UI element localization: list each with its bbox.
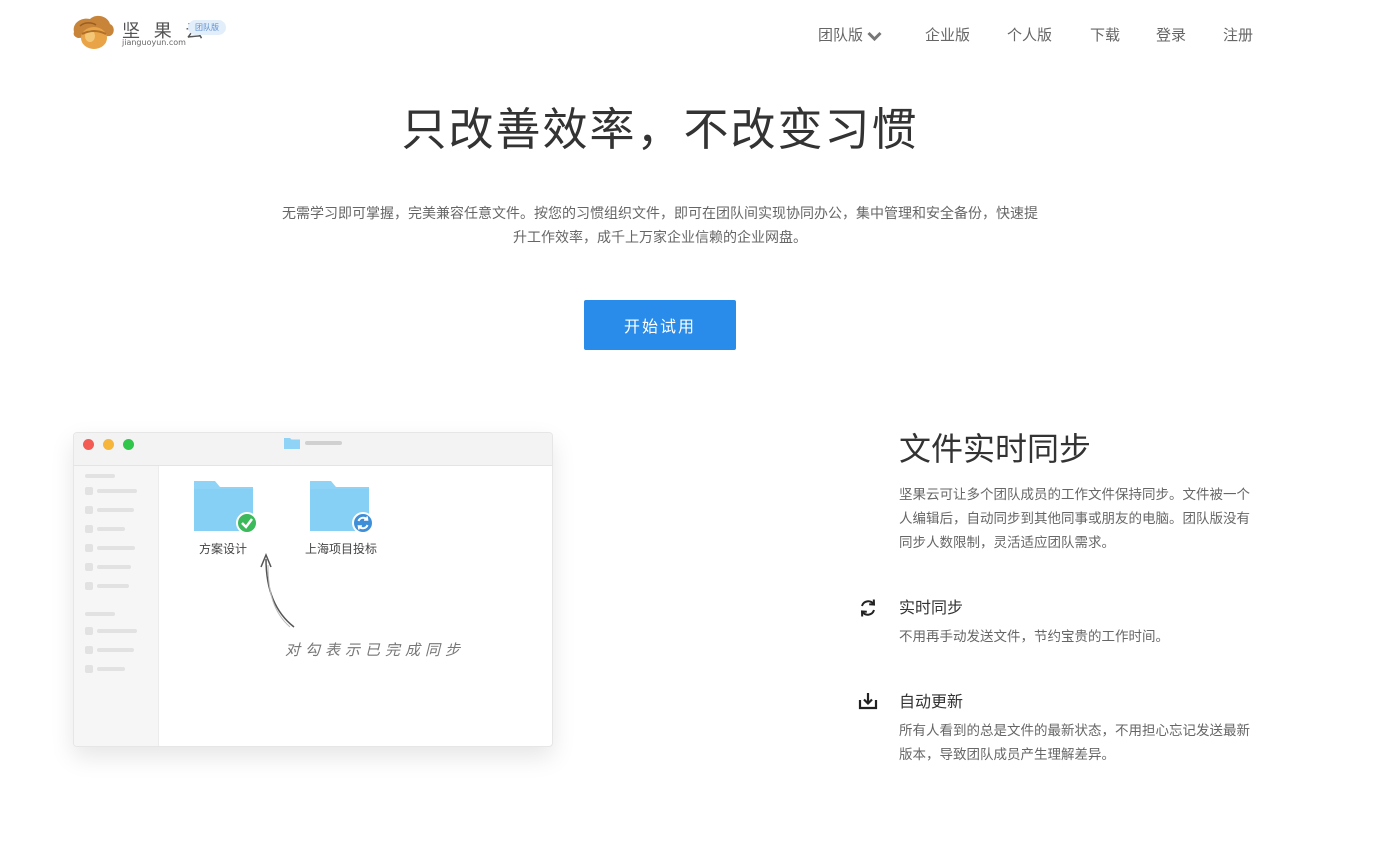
feature-item-desc: 不用再手动发送文件，节约宝贵的工作时间。 <box>899 629 1169 645</box>
acorn-logo-icon <box>73 15 114 49</box>
sync-annotation: 对勾表示已完成同步 <box>285 641 466 659</box>
sidebar-item-icon <box>85 665 93 673</box>
sidebar-item-placeholder <box>97 629 137 633</box>
sidebar-item-icon <box>85 646 93 654</box>
folder-name: 方案设计 <box>199 542 248 556</box>
sidebar-heading-placeholder <box>85 474 115 478</box>
syncing-icon <box>352 512 374 534</box>
feature-description: 坚果云可让多个团队成员的工作文件保持同步。文件被一个人编辑后，自动同步到其他同事… <box>899 487 1250 551</box>
sidebar-item-icon <box>85 544 93 552</box>
start-trial-button[interactable]: 开始试用 <box>584 300 736 350</box>
sync-icon <box>860 599 876 617</box>
close-dot-icon <box>83 439 94 450</box>
app-window-mockup: 方案设计 上海项目投标 对勾表示已完成同步 <box>73 432 553 747</box>
feature-title: 文件实时同步 <box>899 430 1092 468</box>
sidebar-item-placeholder <box>97 565 131 569</box>
sidebar-item-icon <box>85 582 93 590</box>
logo-domain: jianguoyun.com <box>122 38 186 47</box>
maximize-dot-icon <box>123 439 134 450</box>
nav-team-label: 团队版 <box>818 26 864 44</box>
nav-login[interactable]: 登录 <box>1156 24 1186 46</box>
download-icon <box>858 693 878 710</box>
sidebar-item-placeholder <box>97 546 135 550</box>
hero-title: 只改善效率，不改变习惯 <box>401 103 919 156</box>
sidebar-item-placeholder <box>97 667 125 671</box>
folder-icon <box>284 438 300 449</box>
folder-icon[interactable] <box>309 479 381 535</box>
sidebar-item-placeholder <box>97 508 134 512</box>
sidebar-item-icon <box>85 563 93 571</box>
annotation-arrow-icon <box>260 553 295 628</box>
sidebar-item-icon <box>85 506 93 514</box>
folder-icon[interactable] <box>193 479 265 535</box>
nav-enterprise[interactable]: 企业版 <box>925 24 970 46</box>
minimize-dot-icon <box>103 439 114 450</box>
nav-personal[interactable]: 个人版 <box>1007 24 1052 46</box>
sidebar-heading-placeholder <box>85 612 115 616</box>
sidebar-item-placeholder <box>97 648 134 652</box>
feature-item-title: 自动更新 <box>899 692 964 711</box>
sidebar-item-icon <box>85 627 93 635</box>
feature-item-desc: 所有人看到的总是文件的最新状态，不用担心忘记发送最新版本，导致团队成员产生理解差… <box>899 723 1250 763</box>
nav-download[interactable]: 下载 <box>1090 24 1120 46</box>
feature-item-title: 实时同步 <box>899 598 964 617</box>
sidebar-item-placeholder <box>97 489 137 493</box>
sidebar-item-placeholder <box>97 584 129 588</box>
synced-check-icon <box>236 512 258 534</box>
window-sidebar <box>74 466 159 746</box>
chevron-down-icon <box>867 31 882 41</box>
window-title-placeholder <box>305 441 342 445</box>
nav-register[interactable]: 注册 <box>1223 24 1253 46</box>
nav-team[interactable]: 团队版 <box>818 24 882 46</box>
folder-name: 上海项目投标 <box>305 542 378 556</box>
sidebar-item-icon <box>85 525 93 533</box>
window-titlebar <box>74 433 552 466</box>
hero-description: 无需学习即可掌握，完美兼容任意文件。按您的习惯组织文件，即可在团队间实现协同办公… <box>282 206 1038 246</box>
sidebar-item-placeholder <box>97 527 125 531</box>
edition-badge: 团队版 <box>188 20 226 35</box>
sidebar-item-icon <box>85 487 93 495</box>
logo[interactable]: 坚 果 云 jianguoyun.com 团队版 <box>70 14 240 50</box>
